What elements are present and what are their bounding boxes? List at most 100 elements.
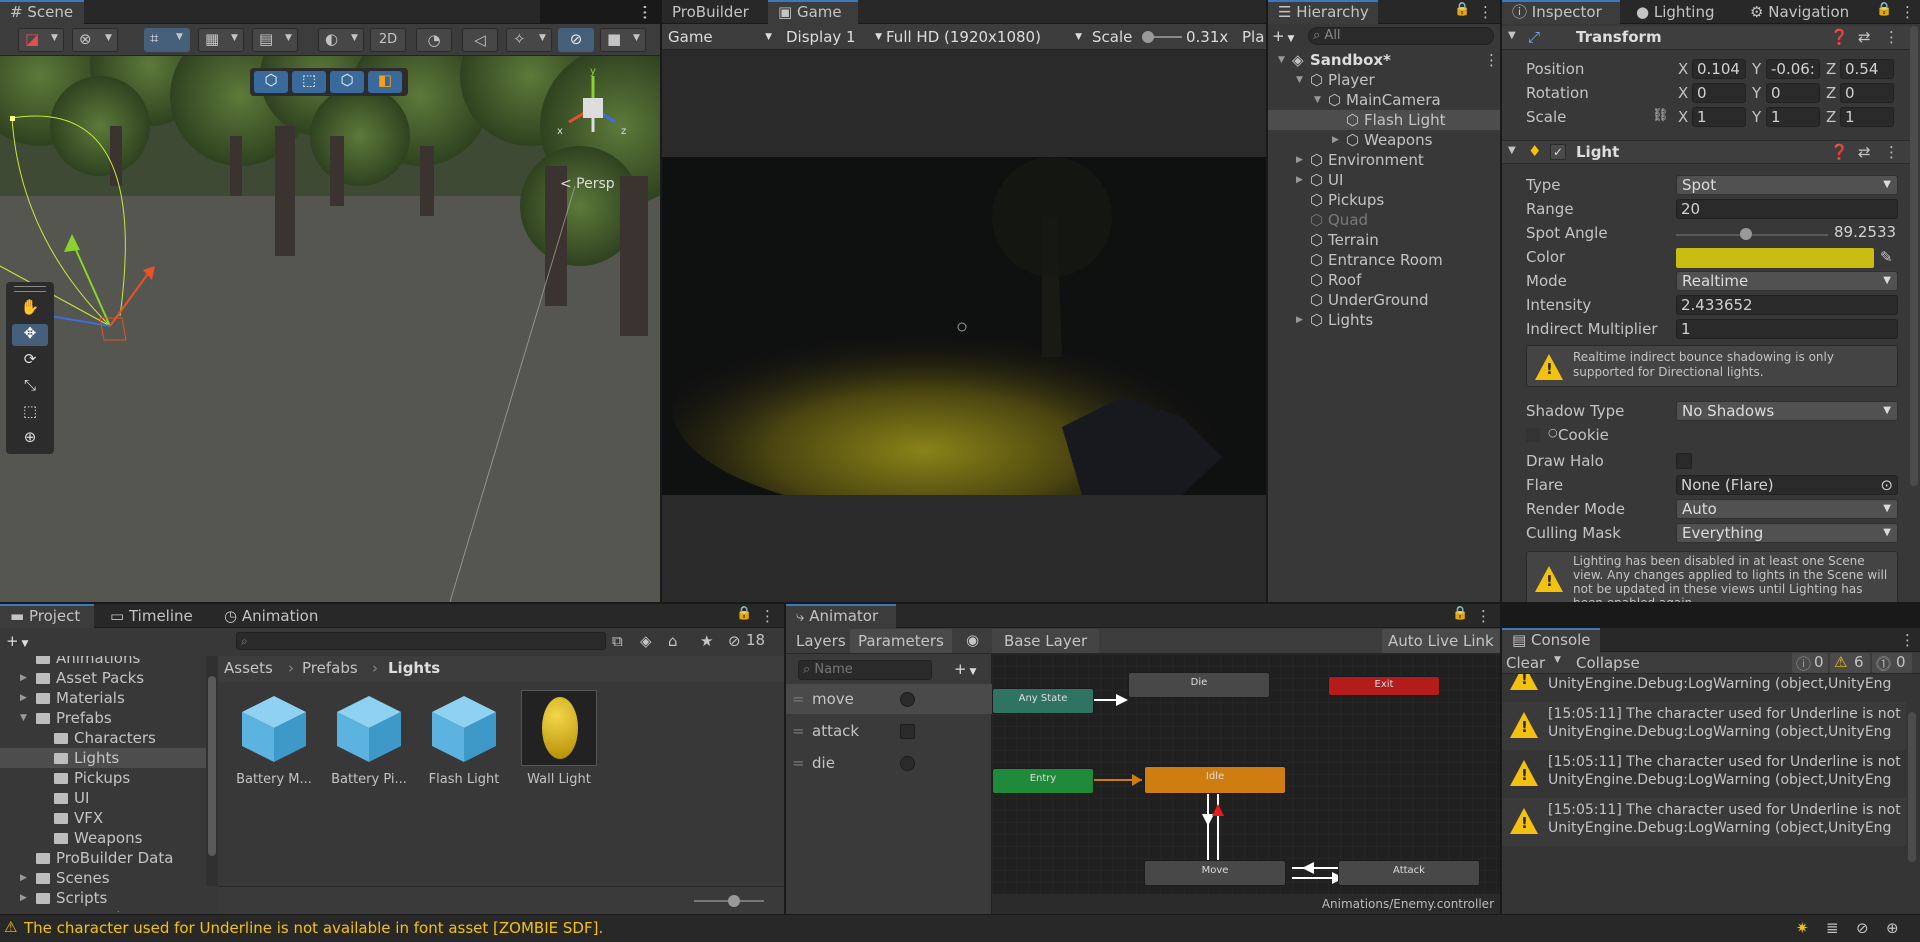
hierarchy-item[interactable]: ▶ ⬡ UI: [1268, 170, 1500, 190]
project-folder-item[interactable]: Characters: [0, 728, 206, 748]
console-log-entry[interactable]: ! [15:05:11] The character used for Under…: [1502, 702, 1906, 750]
status-message[interactable]: The character used for Underline is not …: [24, 919, 603, 937]
draw-halo-checkbox[interactable]: [1676, 453, 1692, 469]
chevron-down-icon[interactable]: ▼: [20, 708, 27, 728]
project-folder-item[interactable]: VFX: [0, 808, 206, 828]
component-menu-icon[interactable]: ⋮: [1884, 28, 1899, 46]
play-focus-dropdown[interactable]: Pla: [1242, 27, 1266, 47]
clear-options-chevron-icon[interactable]: ▼: [1554, 655, 1561, 665]
2d-toggle-button[interactable]: 2D: [370, 28, 406, 52]
console-menu-icon[interactable]: ⋮: [1900, 631, 1915, 649]
chevron-down-icon[interactable]: ▼: [1314, 90, 1321, 110]
chevron-right-icon[interactable]: ▶: [1296, 310, 1303, 330]
project-folder-item[interactable]: Pickups: [0, 768, 206, 788]
tab-animator[interactable]: ⤷ Animator: [786, 604, 896, 628]
audio-toggle-button[interactable]: ◁: [462, 28, 498, 52]
type-dropdown[interactable]: Spot ▼: [1676, 175, 1898, 195]
hierarchy-item[interactable]: ⬡ Entrance Room: [1268, 250, 1500, 270]
rot-z-field[interactable]: 0: [1840, 83, 1894, 103]
render-mode-dropdown[interactable]: Auto ▼: [1676, 499, 1898, 519]
inspector-scrollbar[interactable]: [1910, 26, 1918, 486]
project-folder-item[interactable]: Lights: [0, 748, 206, 768]
object-mode-button[interactable]: ⬡: [254, 71, 288, 93]
transform-header[interactable]: ▼ ⤢ Transform ❓ ⇄ ⋮: [1502, 26, 1910, 50]
hand-tool-icon[interactable]: ✋: [12, 298, 48, 320]
tab-console[interactable]: ▤ Console: [1502, 628, 1600, 652]
search-by-label-icon[interactable]: ◈: [640, 632, 652, 650]
tab-inspector[interactable]: ⓘ Inspector: [1502, 0, 1620, 24]
breadcrumb-prefabs[interactable]: Prefabs: [302, 659, 358, 677]
eyedropper-icon[interactable]: ✎: [1880, 248, 1893, 266]
hierarchy-item[interactable]: ⬡ Terrain: [1268, 230, 1500, 250]
hierarchy-item[interactable]: ▼ ⬡ Player: [1268, 70, 1500, 90]
grid-snap-button[interactable]: ⌗ ▼: [144, 28, 190, 52]
culling-mask-dropdown[interactable]: Everything ▼: [1676, 523, 1898, 543]
project-menu-icon[interactable]: ⋮: [760, 607, 775, 625]
chevron-down-icon[interactable]: ▼: [1296, 70, 1303, 90]
scale-slider[interactable]: [1142, 31, 1182, 43]
intensity-field[interactable]: 2.433652: [1676, 295, 1898, 315]
rotate-tool-icon[interactable]: ⟳: [12, 350, 48, 372]
exit-node[interactable]: Exit: [1328, 676, 1440, 696]
shading-mode-button[interactable]: ◐ ▼: [318, 28, 364, 52]
hierarchy-item[interactable]: ⬡ UnderGround: [1268, 290, 1500, 310]
chevron-right-icon[interactable]: ▶: [20, 668, 27, 688]
project-folder-item[interactable]: ▶ Scripts: [0, 888, 206, 908]
asset-item[interactable]: Wall Light: [515, 690, 603, 790]
display-dropdown[interactable]: Display 1 ▼: [786, 27, 886, 47]
scene-viewport[interactable]: ⬡ ⬚ ⬡ ◧ y x z < Persp ✋ ✥ ⟳ ⤡ ⬚ ⊕: [0, 56, 660, 602]
tab-animation[interactable]: ◷ Animation: [214, 604, 328, 628]
add-parameter-button[interactable]: + ▼: [954, 660, 976, 678]
lock-icon[interactable]: 🔒: [736, 606, 752, 621]
attack-state-node[interactable]: Attack: [1338, 860, 1480, 886]
collapse-button[interactable]: Collapse: [1576, 654, 1640, 672]
light-header[interactable]: ▼ ♦ ✓ Light ❓ ⇄ ⋮: [1502, 140, 1910, 164]
tab-timeline[interactable]: ▭ Timeline: [100, 604, 200, 628]
idle-state-node[interactable]: Idle: [1144, 766, 1286, 794]
cookie-foldout[interactable]: [1526, 428, 1540, 442]
rot-y-field[interactable]: 0: [1766, 83, 1820, 103]
rect-tool-icon[interactable]: ⬚: [12, 402, 48, 424]
favorite-icon[interactable]: ★: [700, 632, 713, 650]
warning-filter-toggle[interactable]: ⚠ 6: [1830, 653, 1870, 673]
transform-tool-icon[interactable]: ⊕: [12, 428, 48, 450]
asset-item[interactable]: Battery M...: [230, 690, 318, 790]
chevron-right-icon[interactable]: ▶: [1332, 130, 1339, 150]
auto-live-link-button[interactable]: Auto Live Link: [1382, 629, 1500, 653]
hierarchy-menu-icon[interactable]: ⋮: [1478, 3, 1493, 21]
face-mode-button[interactable]: ◧: [368, 71, 402, 93]
console-log-entry[interactable]: ! [15:05:11] The character used for Under…: [1502, 798, 1906, 846]
tab-scene[interactable]: # Scene: [0, 0, 84, 24]
entry-node[interactable]: Entry: [992, 768, 1094, 794]
parameter-search-input[interactable]: ⌕ Name: [798, 660, 932, 680]
drag-handle-icon[interactable]: [14, 286, 46, 292]
project-folder-item[interactable]: ▶ Asset Packs: [0, 668, 206, 688]
object-picker-icon[interactable]: ⊙: [1880, 476, 1893, 494]
icon-size-slider[interactable]: [694, 895, 764, 907]
scl-y-field[interactable]: 1: [1766, 107, 1820, 127]
drag-handle-icon[interactable]: =: [792, 684, 805, 714]
breadcrumb-assets[interactable]: Assets: [224, 659, 273, 677]
lighting-toggle-button[interactable]: ◔: [416, 28, 452, 52]
hierarchy-item[interactable]: ▶ ⬡ Environment: [1268, 150, 1500, 170]
hierarchy-item[interactable]: ⬡ Quad: [1268, 210, 1500, 230]
hierarchy-item[interactable]: ▶ ⬡ Lights: [1268, 310, 1500, 330]
create-button[interactable]: + ▼: [6, 632, 36, 650]
hierarchy-item[interactable]: ▼ ◈ Sandbox* ⋮: [1268, 50, 1500, 70]
hierarchy-item[interactable]: ⬡ Pickups: [1268, 190, 1500, 210]
collab-icon[interactable]: ⊕: [1886, 919, 1899, 937]
console-log-entry[interactable]: ! [15:05:11] The character used for Under…: [1502, 750, 1906, 798]
flare-field[interactable]: None (Flare) ⊙: [1676, 475, 1898, 495]
help-icon[interactable]: ❓: [1830, 143, 1849, 161]
hierarchy-search-input[interactable]: ⌕ All: [1308, 27, 1494, 45]
tab-navigation[interactable]: ⚙ Navigation: [1740, 0, 1870, 24]
lock-icon[interactable]: 🔒: [1452, 606, 1468, 621]
project-folder-item[interactable]: ProBuilder Data: [0, 848, 206, 868]
create-button[interactable]: + ▼: [1272, 27, 1302, 45]
hierarchy-item[interactable]: ⬡ Roof: [1268, 270, 1500, 290]
scale-tool-icon[interactable]: ⤡: [12, 376, 48, 398]
move-state-node[interactable]: Move: [1144, 860, 1286, 886]
breadcrumb-lights[interactable]: Lights: [388, 659, 440, 677]
mode-dropdown[interactable]: Realtime ▼: [1676, 271, 1898, 291]
pos-y-field[interactable]: -0.06:: [1766, 59, 1820, 79]
